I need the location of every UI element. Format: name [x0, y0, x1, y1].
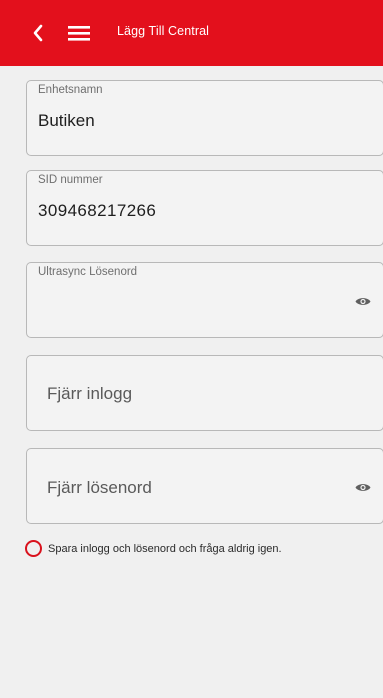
- save-credentials-radio[interactable]: [25, 540, 42, 557]
- ultrasync-password-label: Ultrasync Lösenord: [38, 266, 138, 278]
- remote-password-placeholder: Fjärr lösenord: [47, 478, 152, 497]
- sid-number-field[interactable]: SID nummer 309468217266: [26, 170, 383, 246]
- app-screen: Lägg Till Central Enhetsnamn Butiken SID…: [0, 0, 383, 698]
- remote-login-field[interactable]: Fjärr inlogg: [26, 355, 383, 431]
- top-app-bar: Lägg Till Central: [0, 0, 383, 66]
- eye-icon[interactable]: [355, 482, 371, 493]
- eye-icon[interactable]: [355, 296, 371, 307]
- page-title: Lägg Till Central: [117, 24, 210, 38]
- back-button[interactable]: [28, 22, 48, 44]
- hamburger-menu-icon: [68, 26, 90, 41]
- device-name-value[interactable]: Butiken: [38, 111, 95, 131]
- remote-login-placeholder: Fjärr inlogg: [47, 384, 133, 403]
- save-credentials-label: Spara inlogg och lösenord och fråga aldr…: [48, 542, 282, 555]
- device-name-field[interactable]: Enhetsnamn Butiken: [26, 80, 383, 156]
- sid-number-label: SID nummer: [38, 174, 103, 186]
- remote-password-field[interactable]: Fjärr lösenord: [26, 448, 383, 524]
- menu-button[interactable]: [68, 24, 90, 42]
- ultrasync-password-field[interactable]: Ultrasync Lösenord: [26, 262, 383, 338]
- device-name-label: Enhetsnamn: [38, 84, 103, 96]
- sid-number-value[interactable]: 309468217266: [38, 201, 156, 221]
- chevron-left-icon: [33, 24, 43, 42]
- save-credentials-option[interactable]: Spara inlogg och lösenord och fråga aldr…: [25, 540, 282, 557]
